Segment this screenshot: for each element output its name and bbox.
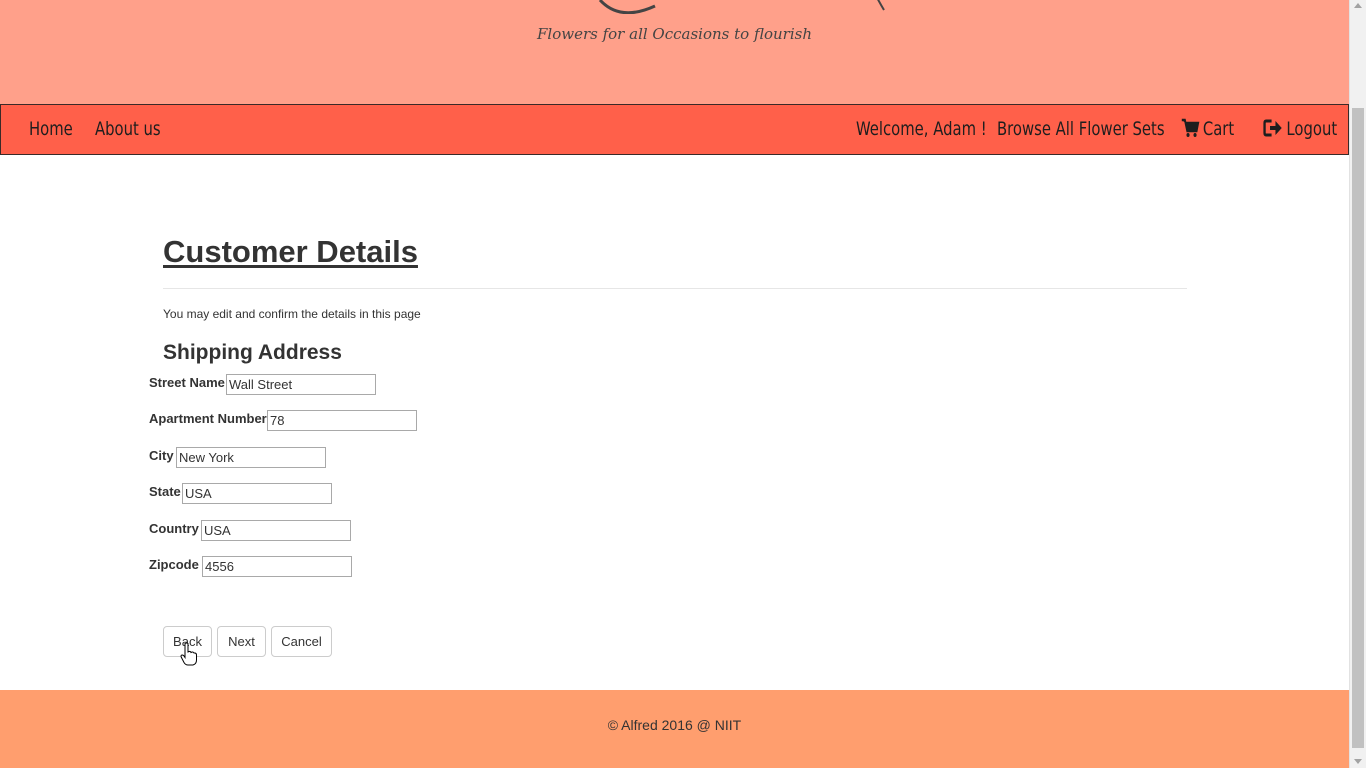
- apartment-number-input[interactable]: [267, 410, 417, 431]
- next-button[interactable]: Next: [217, 626, 266, 657]
- footer: © Alfred 2016 @ NIIT: [0, 690, 1349, 768]
- zipcode-label: Zipcode: [149, 557, 199, 572]
- nav-home-link[interactable]: Home: [29, 105, 73, 154]
- city-input[interactable]: [176, 447, 326, 468]
- logo-swoosh: [598, 0, 885, 14]
- nav-about-link[interactable]: About us: [95, 105, 161, 154]
- nav-cart-link[interactable]: Cart: [1181, 105, 1234, 154]
- navbar: Home About us Welcome, Adam ! Browse All…: [0, 104, 1349, 155]
- street-name-input[interactable]: [226, 374, 376, 395]
- hand-cursor-icon: [180, 642, 197, 666]
- shipping-address-heading: Shipping Address: [163, 341, 342, 364]
- city-label: City: [149, 448, 174, 463]
- nav-welcome-link[interactable]: Welcome, Adam !: [856, 105, 987, 154]
- page-subtitle: You may edit and confirm the details in …: [163, 307, 421, 321]
- apartment-number-label: Apartment Number: [149, 411, 267, 426]
- cancel-button[interactable]: Cancel: [271, 626, 332, 657]
- scrollbar-thumb[interactable]: [1352, 108, 1364, 748]
- street-name-label: Street Name: [149, 375, 225, 390]
- nav-logout-link[interactable]: Logout: [1263, 105, 1337, 154]
- zipcode-input[interactable]: [202, 556, 352, 577]
- country-input[interactable]: [201, 520, 351, 541]
- header-banner: Flowers for all Occasions to flourish: [0, 0, 1349, 104]
- page-title: Customer Details: [163, 234, 418, 269]
- scroll-down-arrow-icon[interactable]: [1354, 759, 1362, 764]
- nav-cart-label: Cart: [1202, 118, 1235, 140]
- state-input[interactable]: [182, 483, 332, 504]
- nav-logout-label: Logout: [1286, 118, 1338, 140]
- site-tagline: Flowers for all Occasions to flourish: [537, 25, 812, 43]
- footer-copyright: © Alfred 2016 @ NIIT: [607, 717, 742, 733]
- scroll-up-arrow-icon[interactable]: [1354, 3, 1362, 8]
- country-label: Country: [149, 521, 199, 536]
- state-label: State: [149, 484, 181, 499]
- nav-browse-link[interactable]: Browse All Flower Sets: [997, 105, 1165, 154]
- page: Flowers for all Occasions to flourish Ho…: [0, 0, 1366, 768]
- logout-icon: [1263, 108, 1283, 157]
- cart-icon: [1181, 108, 1200, 157]
- vertical-scrollbar[interactable]: [1349, 0, 1366, 768]
- title-divider: [163, 288, 1187, 289]
